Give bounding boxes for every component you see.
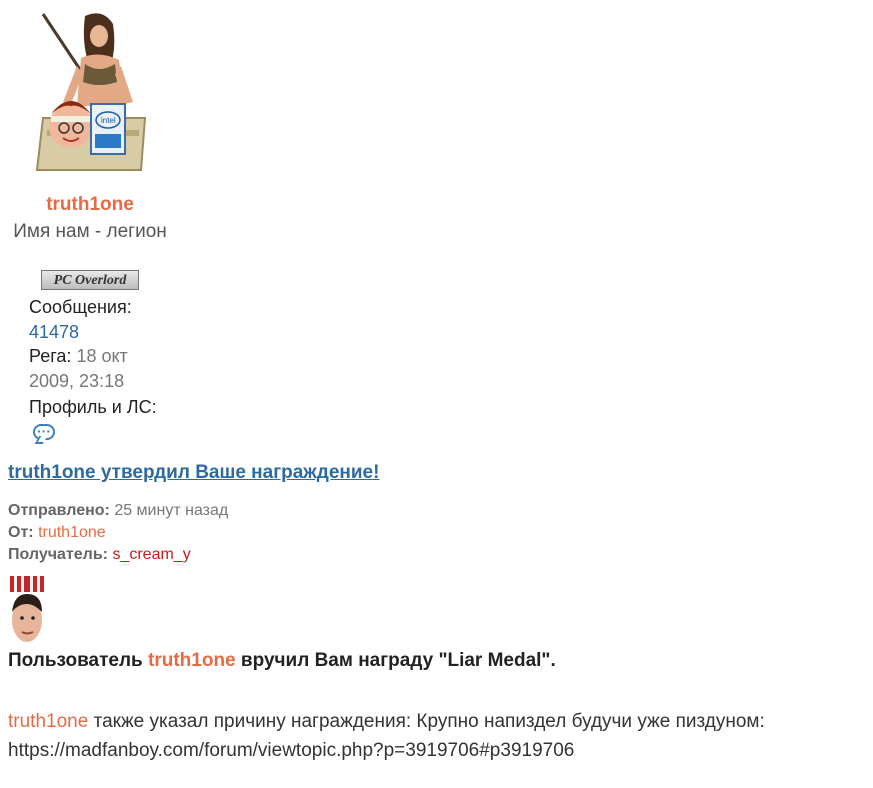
reg-label: Рега: (29, 346, 72, 366)
award-user-link[interactable]: truth1one (148, 650, 236, 671)
posts-count[interactable]: 41478 (29, 322, 79, 342)
from-label: От: (8, 524, 34, 541)
contact-label: Профиль и ЛС: (29, 397, 157, 417)
award-prefix: Пользователь (8, 650, 149, 671)
message-title-link[interactable]: truth1one утвердил Ваше награждение! (8, 462, 379, 484)
message-meta: Отправлено: 25 минут назад От: truth1one… (8, 500, 228, 566)
user-avatar[interactable]: intel (33, 10, 149, 174)
reason-user-link[interactable]: truth1one (8, 711, 88, 732)
recipient-link[interactable]: s_cream_y (112, 546, 190, 563)
award-line: Пользователь truth1one вручил Вам наград… (8, 650, 556, 672)
chat-bubble-icon[interactable] (33, 419, 55, 443)
profile-stats: Сообщения: 41478 Рега: 18 окт 2009, 23:1… (29, 295, 159, 444)
sender-link[interactable]: truth1one (38, 524, 106, 541)
posts-label: Сообщения: (29, 297, 132, 317)
svg-text:intel: intel (101, 116, 116, 125)
profile-username[interactable]: truth1one (0, 194, 180, 216)
rank-badge: PC Overlord (41, 270, 139, 290)
award-suffix: вручил Вам награду "Liar Medal". (235, 650, 556, 671)
recipient-label: Получатель: (8, 546, 108, 563)
reason-paragraph: truth1one также указал причину награжден… (8, 707, 868, 765)
sent-time: 25 минут назад (114, 502, 229, 519)
sent-label: Отправлено: (8, 502, 110, 519)
reason-text: также указал причину награждения: Крупно… (8, 711, 765, 761)
liar-medal-icon (10, 576, 44, 642)
rank-title: Имя нам - легион (13, 221, 167, 242)
